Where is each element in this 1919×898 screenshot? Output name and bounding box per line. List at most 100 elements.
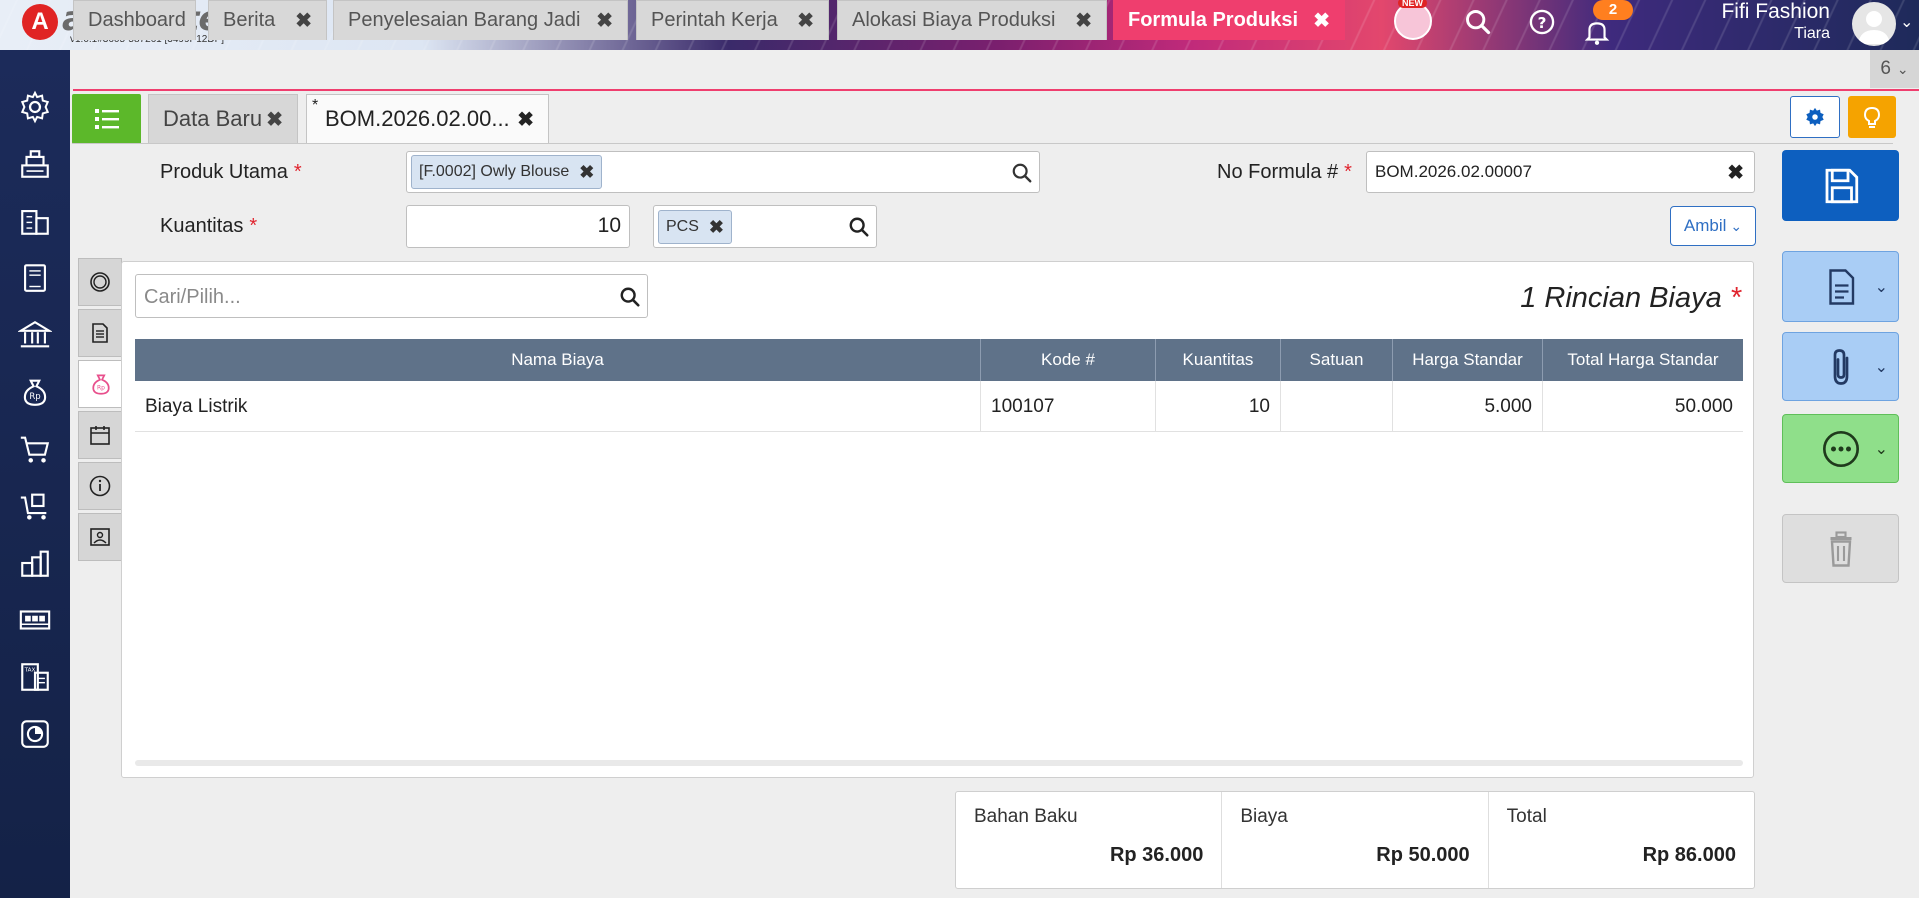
tab-data-baru[interactable]: Data Baru ✖ bbox=[148, 94, 298, 144]
satuan-field[interactable]: PCS ✖ bbox=[653, 205, 877, 248]
tab-label: Penyelesaian Barang Jadi bbox=[348, 9, 581, 31]
total-grand: Total Rp 86.000 bbox=[1489, 792, 1754, 888]
tab-rincian-biaya[interactable]: Rp bbox=[78, 360, 122, 408]
close-icon[interactable]: ✖ bbox=[1075, 8, 1092, 33]
tips-button[interactable] bbox=[1848, 96, 1896, 138]
settings-menu-icon[interactable] bbox=[14, 86, 56, 128]
thread-roll-icon bbox=[90, 272, 110, 292]
document-icon bbox=[1828, 268, 1854, 305]
ledger-book-icon[interactable] bbox=[14, 257, 56, 299]
total-value: Rp 50.000 bbox=[1376, 844, 1470, 866]
horizontal-scrollbar[interactable] bbox=[135, 760, 1743, 766]
document-menu-button[interactable]: ⌄ bbox=[1782, 251, 1899, 322]
panel-title: 1 Rincian Biaya * bbox=[1520, 282, 1741, 315]
kuantitas-input[interactable]: 10 bbox=[406, 205, 630, 248]
produk-utama-field[interactable]: [F.0002] Owly Blouse ✖ bbox=[406, 151, 1040, 193]
money-bag-icon[interactable]: Rp bbox=[14, 371, 56, 413]
image-icon bbox=[90, 528, 110, 546]
close-icon[interactable]: ✖ bbox=[1313, 8, 1330, 33]
tab-bom-document[interactable]: * BOM.2026.02.00... ✖ bbox=[306, 94, 549, 144]
bank-icon[interactable] bbox=[14, 314, 56, 356]
column-header[interactable]: Satuan bbox=[1281, 339, 1393, 381]
tab-document-info[interactable] bbox=[78, 309, 122, 357]
tab-berita[interactable]: Berita ✖ bbox=[208, 0, 327, 40]
cell-kuantitas: 10 bbox=[1156, 381, 1281, 432]
tab-alokasi-biaya-produksi[interactable]: Alokasi Biaya Produksi ✖ bbox=[837, 0, 1107, 40]
tab-dashboard[interactable]: Dashboard bbox=[73, 0, 196, 40]
cell-satuan bbox=[1281, 381, 1393, 432]
tab-label: Alokasi Biaya Produksi bbox=[852, 9, 1056, 31]
delete-button[interactable] bbox=[1782, 514, 1899, 583]
sales-cart-icon[interactable] bbox=[14, 485, 56, 527]
label-text: Kuantitas bbox=[160, 215, 244, 237]
tab-count: 6 bbox=[1880, 58, 1891, 79]
tab-label: Perintah Kerja bbox=[651, 9, 778, 31]
cash-register-icon[interactable] bbox=[14, 143, 56, 185]
close-icon[interactable]: ✖ bbox=[517, 107, 534, 132]
column-header[interactable]: Nama Biaya bbox=[135, 339, 981, 381]
total-value: Rp 86.000 bbox=[1642, 844, 1736, 866]
help-icon[interactable]: ? bbox=[1528, 8, 1556, 36]
search-input[interactable]: Cari/Pilih... bbox=[135, 274, 648, 318]
more-actions-button[interactable]: ⌄ bbox=[1782, 414, 1899, 483]
user-name: Tiara bbox=[1794, 25, 1830, 42]
unsaved-marker: * bbox=[312, 97, 319, 114]
close-icon[interactable]: ✖ bbox=[266, 107, 283, 132]
rincian-biaya-panel: Cari/Pilih... 1 Rincian Biaya * Nama Biay… bbox=[121, 261, 1754, 778]
remove-chip-icon[interactable]: ✖ bbox=[709, 217, 724, 238]
clear-icon[interactable]: ✖ bbox=[1727, 160, 1744, 185]
inventory-icon[interactable] bbox=[14, 542, 56, 584]
no-formula-field[interactable]: BOM.2026.02.00007 ✖ bbox=[1366, 151, 1755, 193]
column-header[interactable]: Kuantitas bbox=[1156, 339, 1281, 381]
search-icon[interactable] bbox=[848, 216, 870, 238]
table-row[interactable]: Biaya Listrik 100107 10 5.000 50.000 bbox=[135, 381, 1743, 432]
svg-text:TAX: TAX bbox=[24, 667, 36, 673]
report-chart-icon[interactable] bbox=[14, 713, 56, 755]
remove-chip-icon[interactable]: ✖ bbox=[579, 162, 594, 183]
left-sidebar: Rp TAX bbox=[0, 50, 70, 898]
required-mark: * bbox=[1729, 282, 1741, 314]
attachment-menu-button[interactable]: ⌄ bbox=[1782, 332, 1899, 401]
tab-label: Dashboard bbox=[88, 9, 186, 31]
open-tab-count-dropdown[interactable]: 6 ⌄ bbox=[1870, 50, 1919, 88]
search-icon[interactable] bbox=[619, 286, 641, 308]
tab-perintah-kerja[interactable]: Perintah Kerja ✖ bbox=[636, 0, 829, 40]
tab-bahan-baku[interactable] bbox=[78, 258, 122, 306]
kuantitas-label: Kuantitas * bbox=[160, 215, 257, 238]
tax-report-icon[interactable]: TAX bbox=[14, 656, 56, 698]
column-header[interactable]: Total Harga Standar bbox=[1543, 339, 1743, 381]
shopping-cart-icon[interactable] bbox=[14, 428, 56, 470]
chevron-down-icon: ⌄ bbox=[1874, 358, 1888, 376]
kuantitas-value: 10 bbox=[597, 214, 621, 237]
tab-image[interactable] bbox=[78, 513, 122, 561]
ambil-button[interactable]: Ambil ⌄ bbox=[1670, 206, 1756, 246]
close-icon[interactable]: ✖ bbox=[797, 8, 814, 33]
lightbulb-icon bbox=[1863, 106, 1881, 128]
bell-icon[interactable] bbox=[1584, 18, 1610, 46]
settings-button[interactable] bbox=[1790, 96, 1840, 138]
required-mark: * bbox=[293, 161, 302, 183]
search-icon[interactable] bbox=[1464, 8, 1492, 36]
chevron-down-icon[interactable]: ⌄ bbox=[1900, 12, 1913, 32]
tab-info[interactable] bbox=[78, 462, 122, 510]
tab-formula-produksi[interactable]: Formula Produksi ✖ bbox=[1113, 0, 1345, 40]
label-text: Produk Utama bbox=[160, 161, 288, 183]
production-icon[interactable] bbox=[14, 599, 56, 641]
column-header[interactable]: Harga Standar bbox=[1393, 339, 1543, 381]
required-mark: * bbox=[1344, 161, 1352, 183]
list-view-button[interactable] bbox=[72, 94, 141, 144]
total-label: Bahan Baku bbox=[974, 806, 1078, 827]
close-icon[interactable]: ✖ bbox=[295, 8, 312, 33]
ambil-label: Ambil bbox=[1683, 216, 1727, 235]
column-header[interactable]: Kode # bbox=[981, 339, 1156, 381]
tab-penyelesaian-barang-jadi[interactable]: Penyelesaian Barang Jadi ✖ bbox=[333, 0, 628, 40]
paperclip-icon bbox=[1833, 348, 1848, 385]
search-icon[interactable] bbox=[1011, 162, 1033, 184]
company-building-icon[interactable] bbox=[14, 200, 56, 242]
close-icon[interactable]: ✖ bbox=[596, 8, 613, 33]
company-info[interactable]: Fifi Fashion Tiara bbox=[1700, 0, 1830, 44]
save-button[interactable] bbox=[1782, 150, 1899, 221]
tab-schedule[interactable] bbox=[78, 411, 122, 459]
user-avatar[interactable] bbox=[1852, 2, 1896, 46]
label-text: No Formula # bbox=[1217, 161, 1339, 183]
